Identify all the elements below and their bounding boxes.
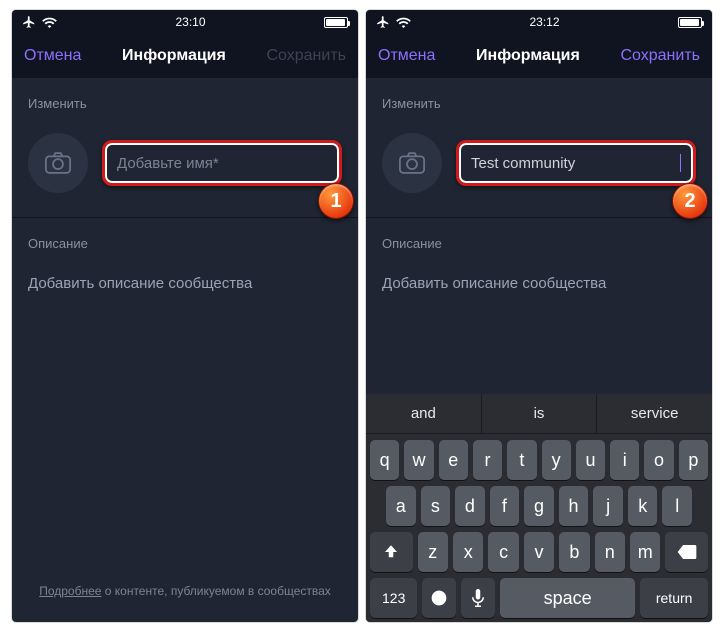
status-time: 23:10 <box>175 15 205 29</box>
airplane-mode-icon <box>376 15 390 29</box>
status-bar: 23:12 <box>366 10 712 34</box>
keyboard-row-4: 123 space return <box>366 572 712 618</box>
section-change-label: Изменить <box>366 78 712 121</box>
name-row: Test community 2 <box>366 121 712 217</box>
key-e[interactable]: e <box>439 440 468 480</box>
key-v[interactable]: v <box>524 532 554 572</box>
key-a[interactable]: a <box>386 486 416 526</box>
name-placeholder: Добавьте имя* <box>117 155 327 172</box>
battery-icon <box>324 17 348 28</box>
save-button[interactable]: Сохранить <box>620 47 700 65</box>
key-m[interactable]: m <box>630 532 660 572</box>
wifi-icon <box>42 17 57 28</box>
cancel-button[interactable]: Отмена <box>378 47 435 65</box>
key-globe[interactable] <box>422 578 456 618</box>
key-u[interactable]: u <box>576 440 605 480</box>
key-backspace[interactable] <box>665 532 708 572</box>
backspace-icon <box>677 545 697 559</box>
key-q[interactable]: q <box>370 440 399 480</box>
key-w[interactable]: w <box>404 440 433 480</box>
name-row: Добавьте имя* 1 <box>12 121 358 217</box>
section-description-label: Описание <box>12 218 358 261</box>
key-s[interactable]: s <box>421 486 451 526</box>
key-space[interactable]: space <box>500 578 635 618</box>
nav-bar: Отмена Информация Сохранить <box>12 34 358 78</box>
key-p[interactable]: p <box>679 440 708 480</box>
cancel-button[interactable]: Отмена <box>24 47 81 65</box>
wifi-icon <box>396 17 411 28</box>
nav-title: Информация <box>122 47 226 65</box>
save-button[interactable]: Сохранить <box>266 47 346 65</box>
camera-icon <box>44 152 72 174</box>
key-k[interactable]: k <box>628 486 658 526</box>
suggestion-3[interactable]: service <box>597 394 712 433</box>
key-z[interactable]: z <box>418 532 448 572</box>
shift-icon <box>382 543 400 561</box>
add-photo-button[interactable] <box>28 133 88 193</box>
key-j[interactable]: j <box>593 486 623 526</box>
keyboard-row-1: q w e r t y u i o p <box>366 434 712 480</box>
footer-link[interactable]: Подробнее <box>39 584 101 598</box>
key-n[interactable]: n <box>595 532 625 572</box>
name-value: Test community <box>471 155 678 172</box>
description-block: Описание Добавить описание сообщества <box>12 217 358 312</box>
key-c[interactable]: c <box>488 532 518 572</box>
key-x[interactable]: x <box>453 532 483 572</box>
section-description-label: Описание <box>366 218 712 261</box>
footer-rest: о контенте, публикуемом в сообществах <box>101 584 330 598</box>
key-i[interactable]: i <box>610 440 639 480</box>
suggestion-2[interactable]: is <box>482 394 598 433</box>
key-b[interactable]: b <box>559 532 589 572</box>
nav-title: Информация <box>476 47 580 65</box>
key-h[interactable]: h <box>559 486 589 526</box>
footer-note: Подробнее о контенте, публикуемом в сооб… <box>12 582 358 600</box>
globe-icon <box>430 589 448 607</box>
nav-bar: Отмена Информация Сохранить <box>366 34 712 78</box>
suggestion-1[interactable]: and <box>366 394 482 433</box>
key-mic[interactable] <box>461 578 495 618</box>
screen-1: 23:10 Отмена Информация Сохранить Измени… <box>12 10 358 622</box>
key-r[interactable]: r <box>473 440 502 480</box>
description-input[interactable]: Добавить описание сообщества <box>12 261 358 312</box>
keyboard-row-3: z x c v b n m <box>366 526 712 572</box>
status-time: 23:12 <box>529 15 559 29</box>
key-g[interactable]: g <box>524 486 554 526</box>
battery-icon <box>678 17 702 28</box>
key-f[interactable]: f <box>490 486 520 526</box>
keyboard-row-2: a s d f g h j k l <box>366 480 712 526</box>
description-input[interactable]: Добавить описание сообщества <box>366 261 712 312</box>
step-badge-2: 2 <box>672 183 708 219</box>
keyboard: and is service q w e r t y u i o p a s d… <box>366 394 712 622</box>
key-y[interactable]: y <box>542 440 571 480</box>
key-123[interactable]: 123 <box>370 578 417 618</box>
key-return[interactable]: return <box>640 578 708 618</box>
camera-icon <box>398 152 426 174</box>
section-change-label: Изменить <box>12 78 358 121</box>
text-cursor <box>680 154 681 172</box>
keyboard-suggestions: and is service <box>366 394 712 434</box>
name-input[interactable]: Test community <box>456 140 696 186</box>
add-photo-button[interactable] <box>382 133 442 193</box>
screen-2: 23:12 Отмена Информация Сохранить Измени… <box>366 10 712 622</box>
airplane-mode-icon <box>22 15 36 29</box>
step-badge-1: 1 <box>318 183 354 219</box>
key-d[interactable]: d <box>455 486 485 526</box>
key-shift[interactable] <box>370 532 413 572</box>
status-bar: 23:10 <box>12 10 358 34</box>
mic-icon <box>471 589 485 607</box>
key-o[interactable]: o <box>644 440 673 480</box>
key-l[interactable]: l <box>662 486 692 526</box>
description-block: Описание Добавить описание сообщества <box>366 217 712 312</box>
name-input[interactable]: Добавьте имя* <box>102 140 342 186</box>
key-t[interactable]: t <box>507 440 536 480</box>
